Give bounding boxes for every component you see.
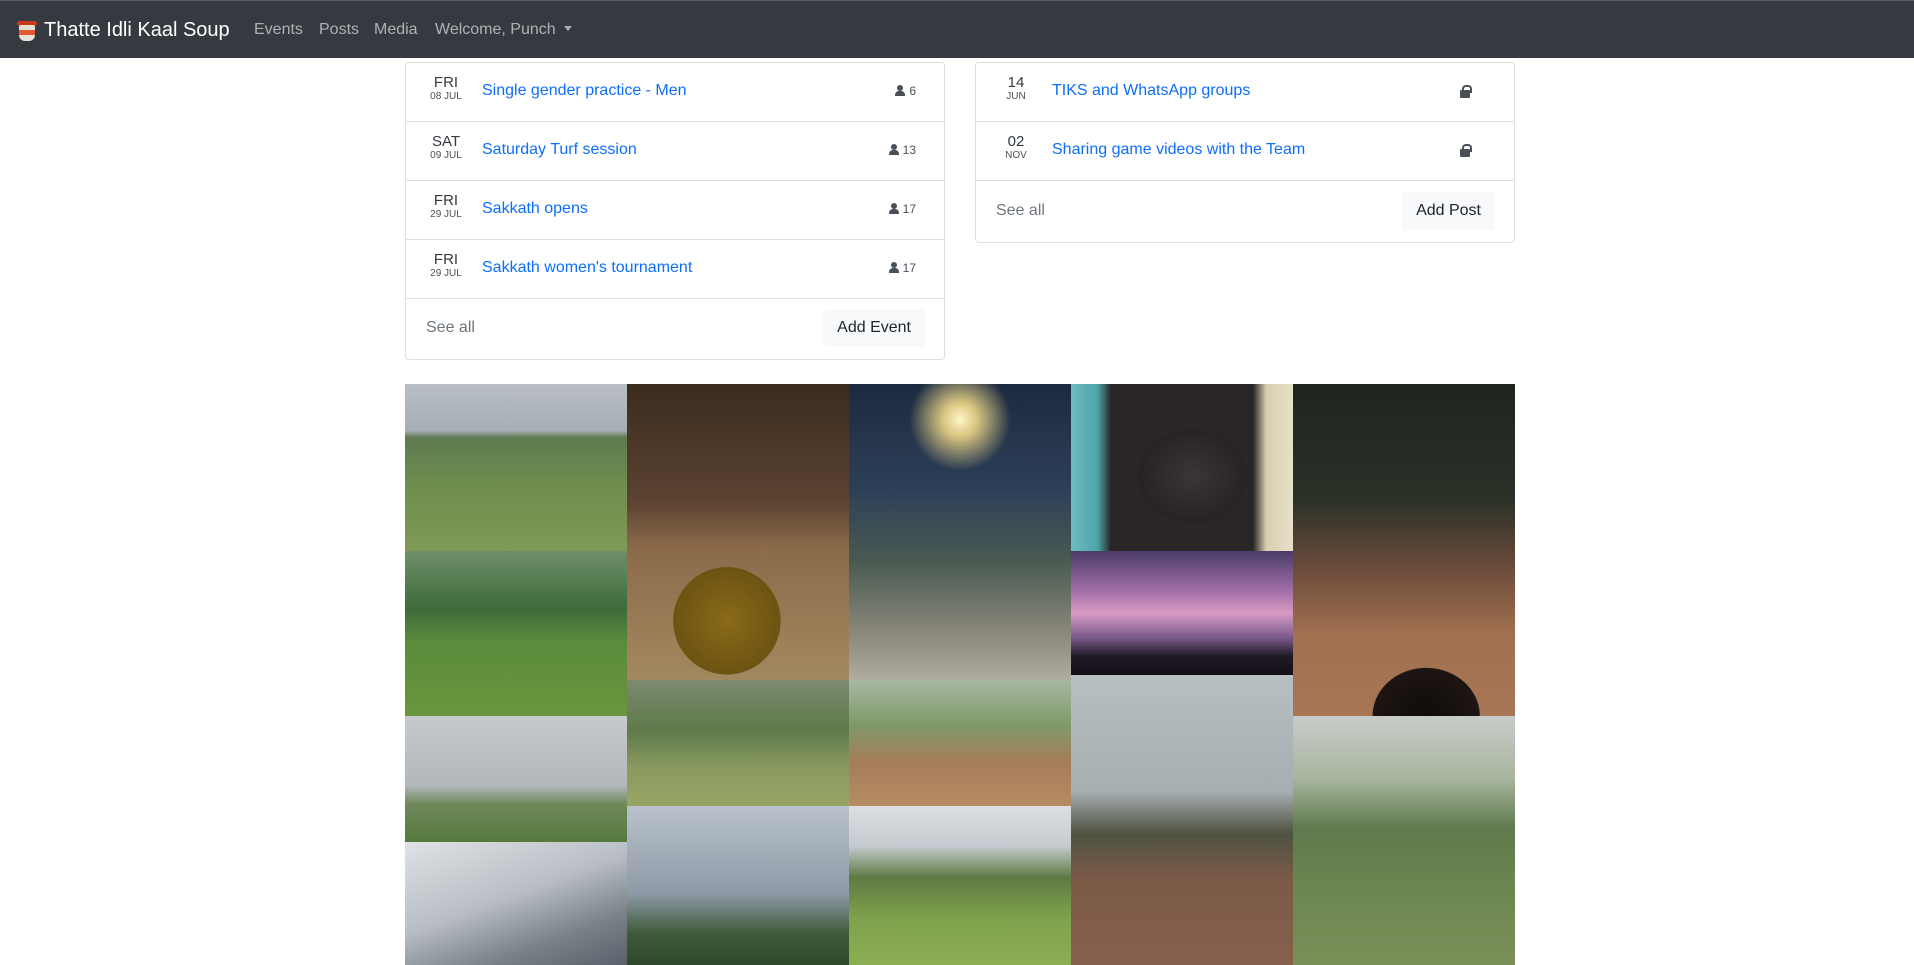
caret-down-icon <box>563 26 572 31</box>
gallery-photo[interactable] <box>1071 384 1293 551</box>
post-title-link[interactable]: Sharing game videos with the Team <box>1052 141 1305 159</box>
person-icon <box>894 85 906 97</box>
events-see-all-link[interactable]: See all <box>426 319 475 337</box>
event-row: FRI 29 JUL Sakkath women's tournament 17 <box>406 240 944 299</box>
person-icon <box>888 203 899 215</box>
post-row: 02 NOV Sharing game videos with the Team <box>976 122 1514 181</box>
event-row: SAT 09 JUL Saturday Turf session 13 <box>406 122 944 181</box>
media-gallery <box>405 384 1515 965</box>
add-event-button[interactable]: Add Event <box>823 309 925 347</box>
event-date: FRI 29 JUL <box>430 192 462 220</box>
events-card-footer: See all Add Event <box>406 297 944 359</box>
event-title-link[interactable]: Sakkath opens <box>482 200 588 218</box>
person-icon <box>888 144 899 156</box>
attendee-count: 17 <box>888 261 916 275</box>
gallery-photo[interactable] <box>627 680 849 806</box>
gallery-photo[interactable] <box>849 806 1071 965</box>
posts-card-footer: See all Add Post <box>976 180 1514 242</box>
gallery-photo[interactable] <box>405 551 627 716</box>
event-title-link[interactable]: Saturday Turf session <box>482 141 637 159</box>
top-navbar: Thatte Idli Kaal Soup Events Posts Media… <box>0 0 1914 58</box>
gallery-photo[interactable] <box>1071 551 1293 675</box>
post-row: 14 JUN TIKS and WhatsApp groups <box>976 63 1514 122</box>
post-date: 02 NOV <box>1005 133 1027 161</box>
attendee-count: 13 <box>888 143 916 157</box>
lock-icon <box>1460 144 1472 157</box>
brand-link[interactable]: Thatte Idli Kaal Soup <box>16 18 230 42</box>
post-title-link[interactable]: TIKS and WhatsApp groups <box>1052 82 1250 100</box>
attendee-count: 6 <box>894 84 916 98</box>
brand-name: Thatte Idli Kaal Soup <box>44 18 230 41</box>
posts-see-all-link[interactable]: See all <box>996 202 1045 220</box>
gallery-photo[interactable] <box>405 716 627 842</box>
gallery-photo[interactable] <box>405 842 627 965</box>
soup-cup-icon <box>16 18 38 42</box>
event-row: FRI 29 JUL Sakkath opens 17 <box>406 181 944 240</box>
event-date: FRI 29 JUL <box>430 251 462 279</box>
attendee-count: 17 <box>888 202 916 216</box>
gallery-photo[interactable] <box>849 680 1071 806</box>
gallery-photo[interactable] <box>627 806 849 965</box>
nav-events[interactable]: Events <box>254 21 303 39</box>
event-date: SAT 09 JUL <box>430 133 462 161</box>
lock-icon <box>1460 85 1472 98</box>
event-row: FRI 08 JUL Single gender practice - Men 6 <box>406 63 944 122</box>
gallery-photo[interactable] <box>1071 675 1293 965</box>
gallery-photo[interactable] <box>405 384 627 551</box>
nav-posts[interactable]: Posts <box>319 21 359 39</box>
user-menu-dropdown[interactable]: Welcome, Punch <box>435 21 572 39</box>
event-title-link[interactable]: Single gender practice - Men <box>482 82 687 100</box>
add-post-button[interactable]: Add Post <box>1402 192 1495 230</box>
posts-card: 14 JUN TIKS and WhatsApp groups 02 NOV Sha… <box>975 62 1515 243</box>
gallery-photo[interactable] <box>849 384 1071 680</box>
nav-media[interactable]: Media <box>374 21 418 39</box>
gallery-photo[interactable] <box>627 384 849 680</box>
person-icon <box>888 262 899 274</box>
user-menu-label: Welcome, Punch <box>435 21 556 38</box>
gallery-photo[interactable] <box>1293 384 1515 716</box>
events-card: FRI 08 JUL Single gender practice - Men 6… <box>405 62 945 360</box>
event-title-link[interactable]: Sakkath women's tournament <box>482 259 692 277</box>
gallery-photo[interactable] <box>1293 716 1515 965</box>
event-date: FRI 08 JUL <box>430 74 462 102</box>
post-date: 14 JUN <box>1006 74 1026 102</box>
